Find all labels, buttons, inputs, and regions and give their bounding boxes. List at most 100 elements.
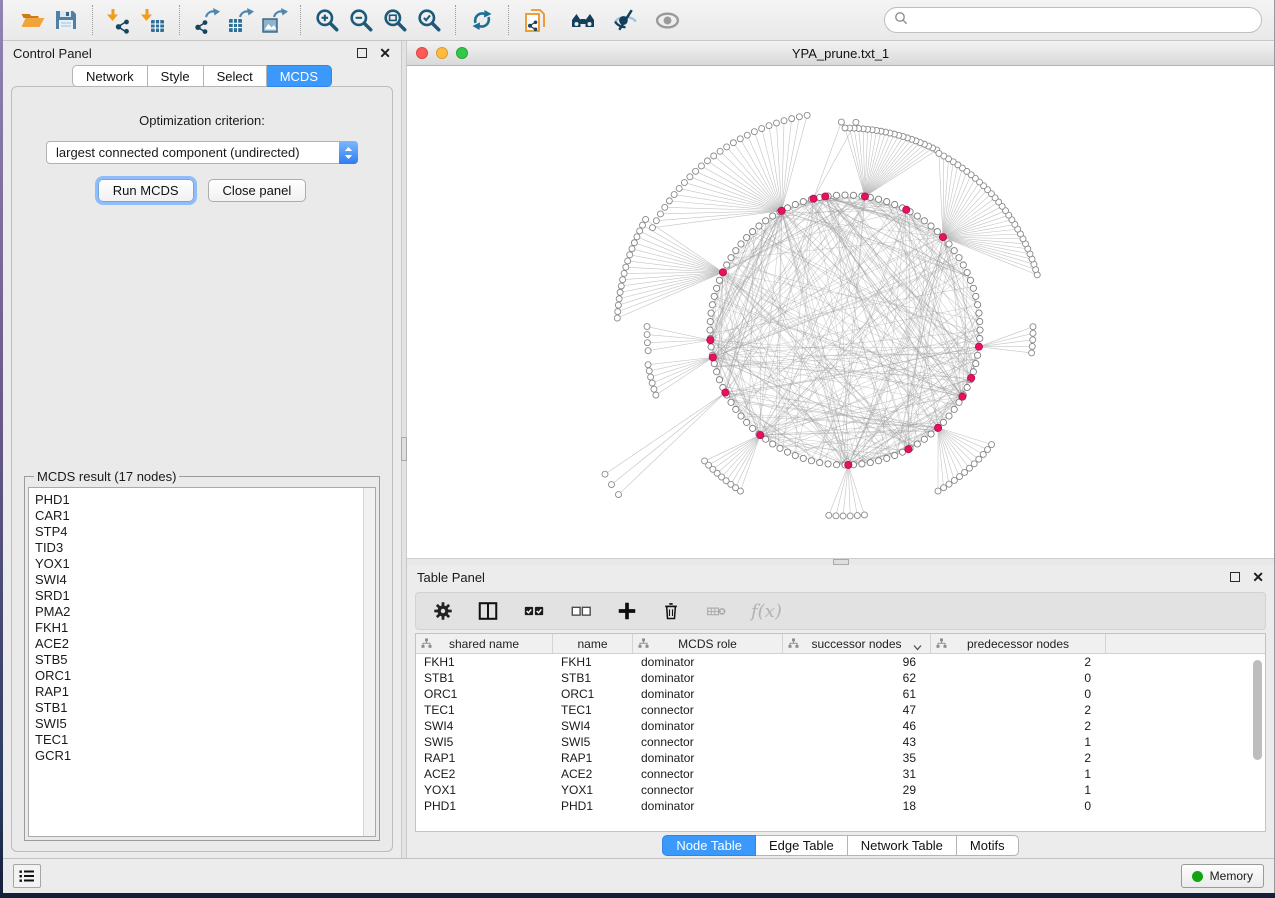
- mcds-result-item[interactable]: SWI5: [35, 716, 357, 732]
- cell-predecessor-nodes[interactable]: 2: [931, 655, 1106, 669]
- tab-mcds[interactable]: MCDS: [267, 65, 332, 87]
- cell-name[interactable]: ACE2: [553, 767, 633, 781]
- select-all-icon[interactable]: [522, 600, 546, 622]
- import-table-icon[interactable]: [136, 4, 170, 36]
- cell-successor-nodes[interactable]: 43: [783, 735, 931, 749]
- cell-name[interactable]: SWI5: [553, 735, 633, 749]
- splitter-handle[interactable]: [833, 559, 849, 565]
- mcds-result-item[interactable]: SRD1: [35, 588, 357, 604]
- cell-name[interactable]: STB1: [553, 671, 633, 685]
- cell-predecessor-nodes[interactable]: 2: [931, 703, 1106, 717]
- cell-shared-name[interactable]: YOX1: [416, 783, 553, 797]
- delete-selected-icon[interactable]: [661, 600, 681, 622]
- cell-name[interactable]: FKH1: [553, 655, 633, 669]
- tab-select[interactable]: Select: [204, 65, 267, 87]
- show-all-icon[interactable]: [650, 4, 684, 36]
- cell-successor-nodes[interactable]: 18: [783, 799, 931, 813]
- cell-shared-name[interactable]: TEC1: [416, 703, 553, 717]
- cell-predecessor-nodes[interactable]: 0: [931, 671, 1106, 685]
- cell-predecessor-nodes[interactable]: 1: [931, 783, 1106, 797]
- tab-style[interactable]: Style: [148, 65, 204, 87]
- cell-predecessor-nodes[interactable]: 1: [931, 767, 1106, 781]
- open-session-icon[interactable]: [15, 4, 49, 36]
- sort-desc-icon[interactable]: [913, 640, 922, 654]
- mcds-result-item[interactable]: CAR1: [35, 508, 357, 524]
- column-header-MCDS-role[interactable]: MCDS role: [633, 634, 783, 653]
- mcds-result-item[interactable]: RAP1: [35, 684, 357, 700]
- export-image-icon[interactable]: [257, 4, 291, 36]
- tab-network[interactable]: Network: [72, 65, 148, 87]
- close-panel-icon[interactable]: ✕: [1252, 572, 1264, 582]
- cell-mcds-role[interactable]: connector: [633, 783, 783, 797]
- table-row[interactable]: TEC1TEC1connector472: [416, 702, 1265, 718]
- mcds-result-item[interactable]: TEC1: [35, 732, 357, 748]
- export-table-icon[interactable]: [223, 4, 257, 36]
- mcds-result-item[interactable]: STB1: [35, 700, 357, 716]
- tab-node-table[interactable]: Node Table: [662, 835, 756, 856]
- clone-network-icon[interactable]: [518, 4, 552, 36]
- close-panel-button[interactable]: Close panel: [208, 179, 307, 202]
- cell-shared-name[interactable]: SWI4: [416, 719, 553, 733]
- cell-shared-name[interactable]: FKH1: [416, 655, 553, 669]
- table-row[interactable]: YOX1YOX1connector291: [416, 782, 1265, 798]
- network-view-titlebar[interactable]: YPA_prune.txt_1: [407, 41, 1274, 66]
- cell-mcds-role[interactable]: connector: [633, 767, 783, 781]
- mcds-result-item[interactable]: STB5: [35, 652, 357, 668]
- mcds-result-item[interactable]: GCR1: [35, 748, 357, 764]
- hide-selected-icon[interactable]: [608, 4, 642, 36]
- maximize-window-icon[interactable]: [456, 47, 468, 59]
- cell-mcds-role[interactable]: dominator: [633, 687, 783, 701]
- cell-predecessor-nodes[interactable]: 1: [931, 735, 1106, 749]
- cell-name[interactable]: ORC1: [553, 687, 633, 701]
- cell-successor-nodes[interactable]: 61: [783, 687, 931, 701]
- refresh-layout-icon[interactable]: [465, 4, 499, 36]
- tab-edge-table[interactable]: Edge Table: [756, 835, 848, 856]
- table-row[interactable]: ACE2ACE2connector311: [416, 766, 1265, 782]
- tab-network-table[interactable]: Network Table: [848, 835, 957, 856]
- table-row[interactable]: RAP1RAP1dominator352: [416, 750, 1265, 766]
- cell-shared-name[interactable]: RAP1: [416, 751, 553, 765]
- cell-shared-name[interactable]: STB1: [416, 671, 553, 685]
- export-network-icon[interactable]: [189, 4, 223, 36]
- cell-successor-nodes[interactable]: 62: [783, 671, 931, 685]
- cell-name[interactable]: RAP1: [553, 751, 633, 765]
- memory-button[interactable]: Memory: [1181, 864, 1264, 888]
- close-window-icon[interactable]: [416, 47, 428, 59]
- add-row-icon[interactable]: [616, 600, 638, 622]
- cell-successor-nodes[interactable]: 47: [783, 703, 931, 717]
- mcds-result-item[interactable]: ORC1: [35, 668, 357, 684]
- close-panel-icon[interactable]: ✕: [379, 48, 391, 58]
- tab-motifs[interactable]: Motifs: [957, 835, 1019, 856]
- task-history-button[interactable]: [13, 864, 41, 888]
- cell-mcds-role[interactable]: dominator: [633, 655, 783, 669]
- zoom-out-icon[interactable]: [344, 4, 378, 36]
- cell-name[interactable]: TEC1: [553, 703, 633, 717]
- mcds-result-item[interactable]: STP4: [35, 524, 357, 540]
- mcds-result-item[interactable]: SWI4: [35, 572, 357, 588]
- cell-successor-nodes[interactable]: 29: [783, 783, 931, 797]
- network-graph[interactable]: [407, 66, 1274, 558]
- save-session-icon[interactable]: [49, 4, 83, 36]
- network-canvas[interactable]: [407, 66, 1274, 558]
- search-field[interactable]: [884, 7, 1262, 33]
- cell-successor-nodes[interactable]: 96: [783, 655, 931, 669]
- mcds-list-scrollbar[interactable]: [363, 488, 375, 836]
- horizontal-splitter[interactable]: [407, 558, 1274, 565]
- column-header-shared-name[interactable]: shared name: [416, 634, 553, 653]
- mcds-result-item[interactable]: FKH1: [35, 620, 357, 636]
- cell-shared-name[interactable]: SWI5: [416, 735, 553, 749]
- cell-successor-nodes[interactable]: 35: [783, 751, 931, 765]
- float-panel-icon[interactable]: [357, 48, 367, 58]
- cell-mcds-role[interactable]: dominator: [633, 799, 783, 813]
- cell-predecessor-nodes[interactable]: 0: [931, 799, 1106, 813]
- import-network-icon[interactable]: [102, 4, 136, 36]
- zoom-in-icon[interactable]: [310, 4, 344, 36]
- minimize-window-icon[interactable]: [436, 47, 448, 59]
- run-mcds-button[interactable]: Run MCDS: [98, 179, 194, 202]
- table-row[interactable]: ORC1ORC1dominator610: [416, 686, 1265, 702]
- show-column-icon[interactable]: [477, 600, 499, 622]
- zoom-selected-icon[interactable]: [412, 4, 446, 36]
- float-panel-icon[interactable]: [1230, 572, 1240, 582]
- cell-predecessor-nodes[interactable]: 2: [931, 751, 1106, 765]
- cell-mcds-role[interactable]: dominator: [633, 671, 783, 685]
